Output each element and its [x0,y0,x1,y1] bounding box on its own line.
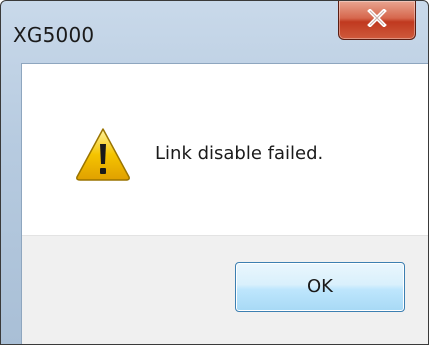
dialog-client-area: Link disable failed. OK [21,63,428,344]
window-frame-left [1,63,21,344]
message-area: Link disable failed. [22,64,428,235]
ok-button[interactable]: OK [235,262,405,312]
close-button[interactable] [338,1,416,40]
warning-icon [76,128,130,181]
message-text: Link disable failed. [155,143,324,164]
message-dialog: XG5000 Link disable failed. OK [0,0,429,345]
close-icon [367,9,387,27]
window-title: XG5000 [13,23,95,47]
title-bar[interactable]: XG5000 [1,1,428,63]
button-area: OK [22,235,428,344]
